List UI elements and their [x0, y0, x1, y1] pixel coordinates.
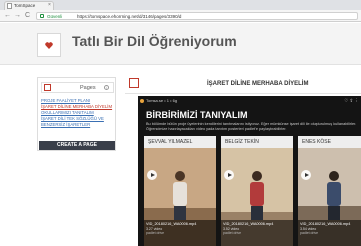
video-card[interactable]: ŞEVVAL YILMAZEL VID_20180216_WA0006.mp4 … — [144, 136, 216, 246]
padlet-cards: ŞEVVAL YILMAZEL VID_20180216_WA0006.mp4 … — [144, 136, 361, 246]
video-card[interactable]: BELGİZ TEKİN VID_20180216_WA0006.mp4 3.5… — [221, 136, 293, 246]
project-logo — [37, 33, 61, 57]
url-input[interactable]: Güvenli https://tomspace.ehorrning.net/d… — [36, 12, 358, 20]
forward-arrow-icon[interactable]: → — [14, 11, 21, 21]
secure-label: Güvenli — [47, 14, 63, 19]
pages-title: Pages — [80, 85, 96, 91]
card-author: ŞEVVAL YILMAZEL — [144, 136, 216, 148]
page-header: Tatlı Bir Dil Öğreniyorum — [0, 23, 361, 65]
video-source: padlet drive — [300, 231, 319, 235]
card-author: ENES KÖSE — [298, 136, 361, 148]
video-thumbnail[interactable]: VID_20180216_WA0006.mp4 3.54 video padle… — [298, 148, 361, 246]
video-thumbnail[interactable]: VID_20180216_WA0006.mp4 3.52 video padle… — [221, 148, 293, 246]
main-header: İŞARET DİLİNE MERHABA DİYELİM — [125, 73, 361, 94]
padlet-heading: BİRBİRİMİZİ TANIYALIM — [146, 110, 248, 120]
pages-sidebar: Pages i PROJE FAALİYET PLANI İŞARET DİLİ… — [37, 77, 116, 151]
create-page-button[interactable]: CREATE A PAGE — [39, 141, 115, 150]
play-icon[interactable] — [301, 170, 311, 180]
play-icon[interactable] — [147, 170, 157, 180]
address-bar: ← → C Güvenli https://tomspace.ehorrning… — [0, 10, 361, 22]
card-caption: VID_20180216_WA0006.mp4 3.54 video padle… — [298, 220, 361, 246]
pages-list: PROJE FAALİYET PLANI İŞARET DİLİNE MERHA… — [41, 98, 115, 128]
tab-close-icon[interactable]: × — [48, 2, 51, 9]
card-caption: VID_20180216_WA0006.mp4 3.52 video padle… — [221, 220, 293, 246]
person-figure — [327, 171, 341, 220]
tab-title: TomSpace — [14, 3, 36, 8]
person-figure — [250, 171, 264, 220]
card-caption: VID_20180216_WA0006.mp4 3.27 video padle… — [144, 220, 216, 246]
info-icon[interactable]: i — [104, 85, 109, 90]
play-icon[interactable] — [224, 170, 234, 180]
sidebar-item-benzersiz-isaretler[interactable]: BENZERSİZ İŞARETLER — [41, 122, 115, 128]
main-title: İŞARET DİLİNE MERHABA DİYELİM — [207, 81, 309, 87]
back-arrow-icon[interactable]: ← — [4, 11, 11, 21]
page-favicon-icon — [7, 3, 12, 9]
video-thumbnail[interactable]: VID_20180216_WA0006.mp4 3.27 video padle… — [144, 148, 216, 246]
browser-tab-bar: TomSpace × — [0, 0, 361, 10]
reload-icon[interactable]: C — [25, 11, 30, 21]
padlet-channel: Tomsa.se • 1 • 6g — [146, 98, 178, 103]
video-card[interactable]: ENES KÖSE VID_20180216_WA0006.mp4 3.54 v… — [298, 136, 361, 246]
padlet-logo-icon — [140, 99, 144, 103]
pages-header: Pages i — [41, 82, 114, 93]
page-title: Tatlı Bir Dil Öğreniyorum — [72, 33, 237, 49]
padlet-topbar: Tomsa.se • 1 • 6g ♡ ⇪ ⋮ — [138, 96, 361, 107]
video-source: padlet drive — [146, 231, 165, 235]
heart-icon — [45, 42, 53, 49]
pages-icon — [44, 84, 51, 91]
video-source: padlet drive — [223, 231, 242, 235]
padlet-description: Bu bölümde bütün proje üyelerinin kendil… — [146, 122, 357, 131]
page-icon — [129, 78, 139, 88]
person-figure — [173, 171, 187, 220]
page: { "browser": { "tab_title": "TomSpace", … — [0, 0, 361, 246]
main-panel: İŞARET DİLİNE MERHABA DİYELİM Tomsa.se •… — [125, 73, 361, 246]
padlet-embed[interactable]: Tomsa.se • 1 • 6g ♡ ⇪ ⋮ BİRBİRİMİZİ TANI… — [138, 96, 361, 246]
lock-icon — [40, 14, 44, 18]
browser-tab[interactable]: TomSpace × — [4, 1, 54, 10]
card-author: BELGİZ TEKİN — [221, 136, 293, 148]
url-text: https://tomspace.ehorrning.net/d/3146/pa… — [77, 14, 182, 19]
padlet-action-icons[interactable]: ♡ ⇪ ⋮ — [344, 98, 359, 104]
